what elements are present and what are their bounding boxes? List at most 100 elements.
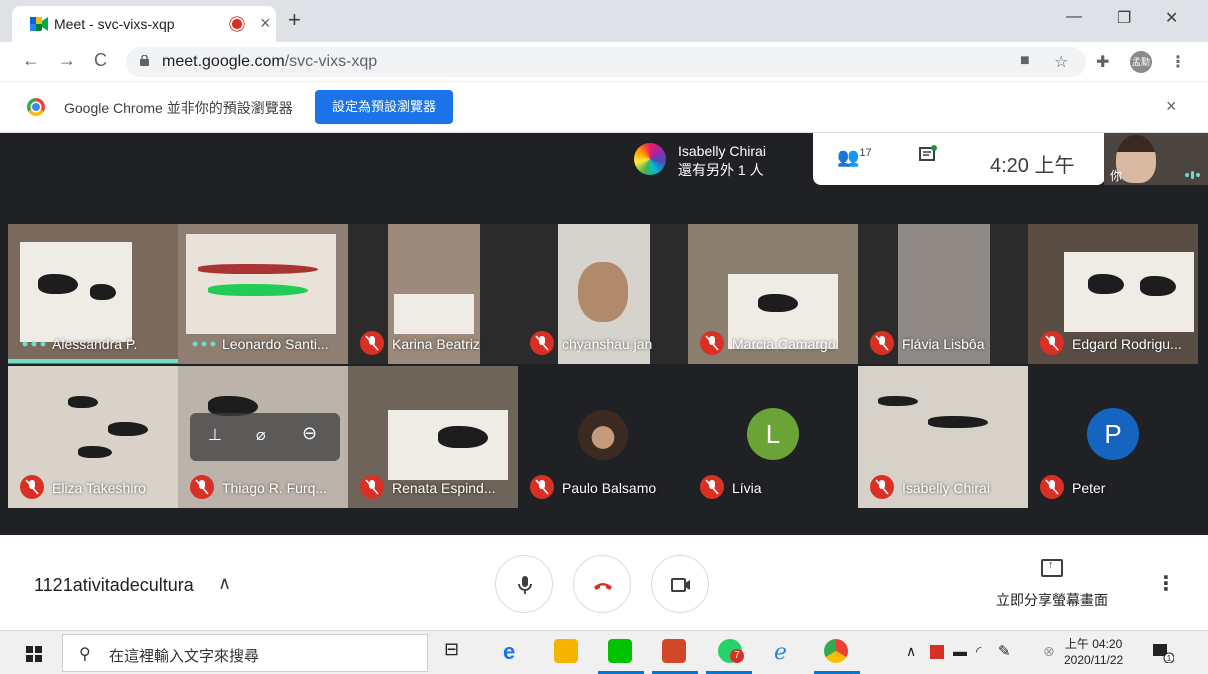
participant-name: Lívia <box>732 480 762 496</box>
participant-name: Peter <box>1072 480 1106 496</box>
ink-mark <box>78 446 112 458</box>
wifi-icon[interactable]: ◜ <box>976 643 981 660</box>
people-button[interactable]: 👥17 <box>837 147 872 168</box>
leave-call-button[interactable] <box>573 555 631 613</box>
chat-icon[interactable] <box>919 145 937 165</box>
participant-tile[interactable]: Paulo Balsamo <box>518 366 688 508</box>
tab-close-icon[interactable]: × <box>260 13 271 34</box>
muted-mic-icon <box>870 475 894 499</box>
url-path: /svc-vixs-xqp <box>284 53 378 70</box>
internet-explorer-icon[interactable]: ℯ <box>774 639 798 664</box>
participant-tile[interactable]: Edgard Rodrigu... <box>1028 224 1198 364</box>
camera-in-use-icon[interactable]: ■ <box>1020 52 1030 70</box>
back-arrow-icon[interactable]: ← <box>22 50 40 71</box>
participant-tile[interactable]: Eliza Takeshiro <box>8 366 178 508</box>
volume-muted-icon[interactable]: ⊗ <box>1043 643 1055 660</box>
camera-button[interactable] <box>651 555 709 613</box>
bookmark-star-icon[interactable]: ☆ <box>1054 52 1068 72</box>
video-camera-icon <box>671 578 690 592</box>
window-close-button[interactable]: ✕ <box>1165 8 1178 28</box>
tray-clock[interactable]: 上午 04:20 2020/11/22 <box>1064 636 1123 668</box>
participant-name: Flávia Lisbôa <box>902 336 985 352</box>
file-explorer-icon[interactable] <box>554 639 578 663</box>
lock-icon <box>140 55 149 66</box>
more-options-icon[interactable]: ⋮ <box>1156 571 1176 596</box>
whatsapp-badge: 7 <box>730 649 744 663</box>
pin-icon[interactable]: ⊥ <box>208 425 222 445</box>
tray-expand-icon[interactable]: ∧ <box>906 643 916 660</box>
battery-icon[interactable]: ▬ <box>953 643 967 659</box>
reload-icon[interactable]: C <box>94 50 107 71</box>
participant-tile[interactable]: Karina Beatriz <box>348 224 518 364</box>
notification-center-icon[interactable]: 1 <box>1152 643 1174 663</box>
meeting-details-name[interactable]: 1121ativitadecultura <box>34 575 194 596</box>
participant-initial-avatar: L <box>747 408 799 460</box>
line-app-icon[interactable] <box>608 639 632 663</box>
participant-name: Marcia Camargo <box>732 336 836 352</box>
tile-hover-controls: ⊥ ⌀ ⊖ <box>190 413 340 461</box>
participant-name: Edgard Rodrigu... <box>1072 336 1182 352</box>
url-domain: meet.google.com <box>162 53 285 70</box>
tray-time: 上午 04:20 <box>1064 637 1123 651</box>
maximize-button[interactable]: ❐ <box>1117 8 1131 28</box>
self-view-tile[interactable]: 你 <box>1104 133 1208 185</box>
windows-start-icon[interactable] <box>26 646 42 662</box>
ink-mark <box>90 284 116 300</box>
chrome-taskbar-icon[interactable] <box>824 639 848 663</box>
speaking-indicator-icon <box>1185 171 1200 179</box>
forward-arrow-icon[interactable]: → <box>58 50 76 71</box>
extensions-puzzle-icon[interactable]: ✚ <box>1096 52 1109 72</box>
mute-participant-icon[interactable]: ⌀ <box>256 425 266 445</box>
infobar-close-icon[interactable]: × <box>1166 96 1177 117</box>
present-screen-icon[interactable]: ↑ <box>1041 559 1063 577</box>
participant-tile[interactable]: Alessandra P. <box>8 224 178 364</box>
search-icon: ⚲ <box>79 646 91 663</box>
participant-tile[interactable]: Isabelly Chirai <box>858 366 1028 508</box>
tray-date: 2020/11/22 <box>1064 653 1124 667</box>
new-tab-button[interactable]: + <box>288 7 301 33</box>
profile-avatar[interactable]: 孟勳 <box>1130 51 1152 73</box>
participant-tile[interactable]: Flávia Lisbôa <box>858 224 1028 364</box>
muted-mic-icon <box>870 331 894 355</box>
presenter-name: Isabelly Chirai <box>678 143 766 159</box>
participant-tile[interactable]: P Peter <box>1028 366 1198 508</box>
present-now-button[interactable]: 立即分享螢幕畫面 <box>996 590 1108 610</box>
remove-participant-icon[interactable]: ⊖ <box>302 423 317 444</box>
powerpoint-icon[interactable] <box>662 639 686 663</box>
chevron-up-icon[interactable]: ∧ <box>218 573 231 594</box>
participant-name: Karina Beatriz <box>392 336 480 352</box>
url-text: meet.google.com/svc-vixs-xqp <box>162 53 377 71</box>
participant-initial-avatar: P <box>1087 408 1139 460</box>
chrome-menu-icon[interactable]: ⋮ <box>1170 52 1186 72</box>
painting <box>1064 252 1194 332</box>
presenter-indicator[interactable]: Isabelly Chirai 還有另外 1 人 <box>626 133 814 185</box>
task-view-icon[interactable]: ⊟ <box>444 639 468 663</box>
ink-mark <box>198 264 318 274</box>
painting <box>394 294 474 334</box>
speaking-dots-icon <box>192 341 216 347</box>
meet-favicon-icon <box>30 17 48 31</box>
taskbar-search-box[interactable]: ⚲ 在這裡輸入文字來搜尋 <box>62 634 428 672</box>
meeting-clock: 4:20 上午 <box>990 155 1075 177</box>
ink-mark <box>1140 276 1176 296</box>
browser-tab-meet[interactable]: Meet - svc-vixs-xqp × <box>12 6 276 42</box>
meet-top-bar: 👥17 4:20 上午 <box>813 133 1105 185</box>
participant-tile[interactable]: chyanshau jan <box>518 224 688 364</box>
ink-mark <box>1088 274 1124 294</box>
muted-mic-icon <box>530 475 554 499</box>
self-label: 你 <box>1110 169 1123 183</box>
participant-tile[interactable]: L Lívia <box>688 366 858 508</box>
tray-app-icon[interactable] <box>930 645 944 659</box>
minimize-button[interactable]: — <box>1066 8 1082 26</box>
set-default-browser-button[interactable]: 設定為預設瀏覽器 <box>315 90 453 124</box>
whatsapp-icon[interactable]: 7 <box>718 639 744 663</box>
participant-tile[interactable]: Leonardo Santi... <box>178 224 348 364</box>
address-bar[interactable]: meet.google.com/svc-vixs-xqp <box>126 47 1086 77</box>
participant-tile[interactable]: Renata Espind... <box>348 366 518 508</box>
edge-icon[interactable]: e <box>503 639 527 664</box>
participant-tile[interactable]: Marcia Camargo <box>688 224 858 364</box>
participant-name: Isabelly Chirai <box>902 480 990 496</box>
microphone-button[interactable] <box>495 555 553 613</box>
pen-icon[interactable]: ✎ <box>998 642 1011 660</box>
microphone-icon <box>518 576 532 594</box>
